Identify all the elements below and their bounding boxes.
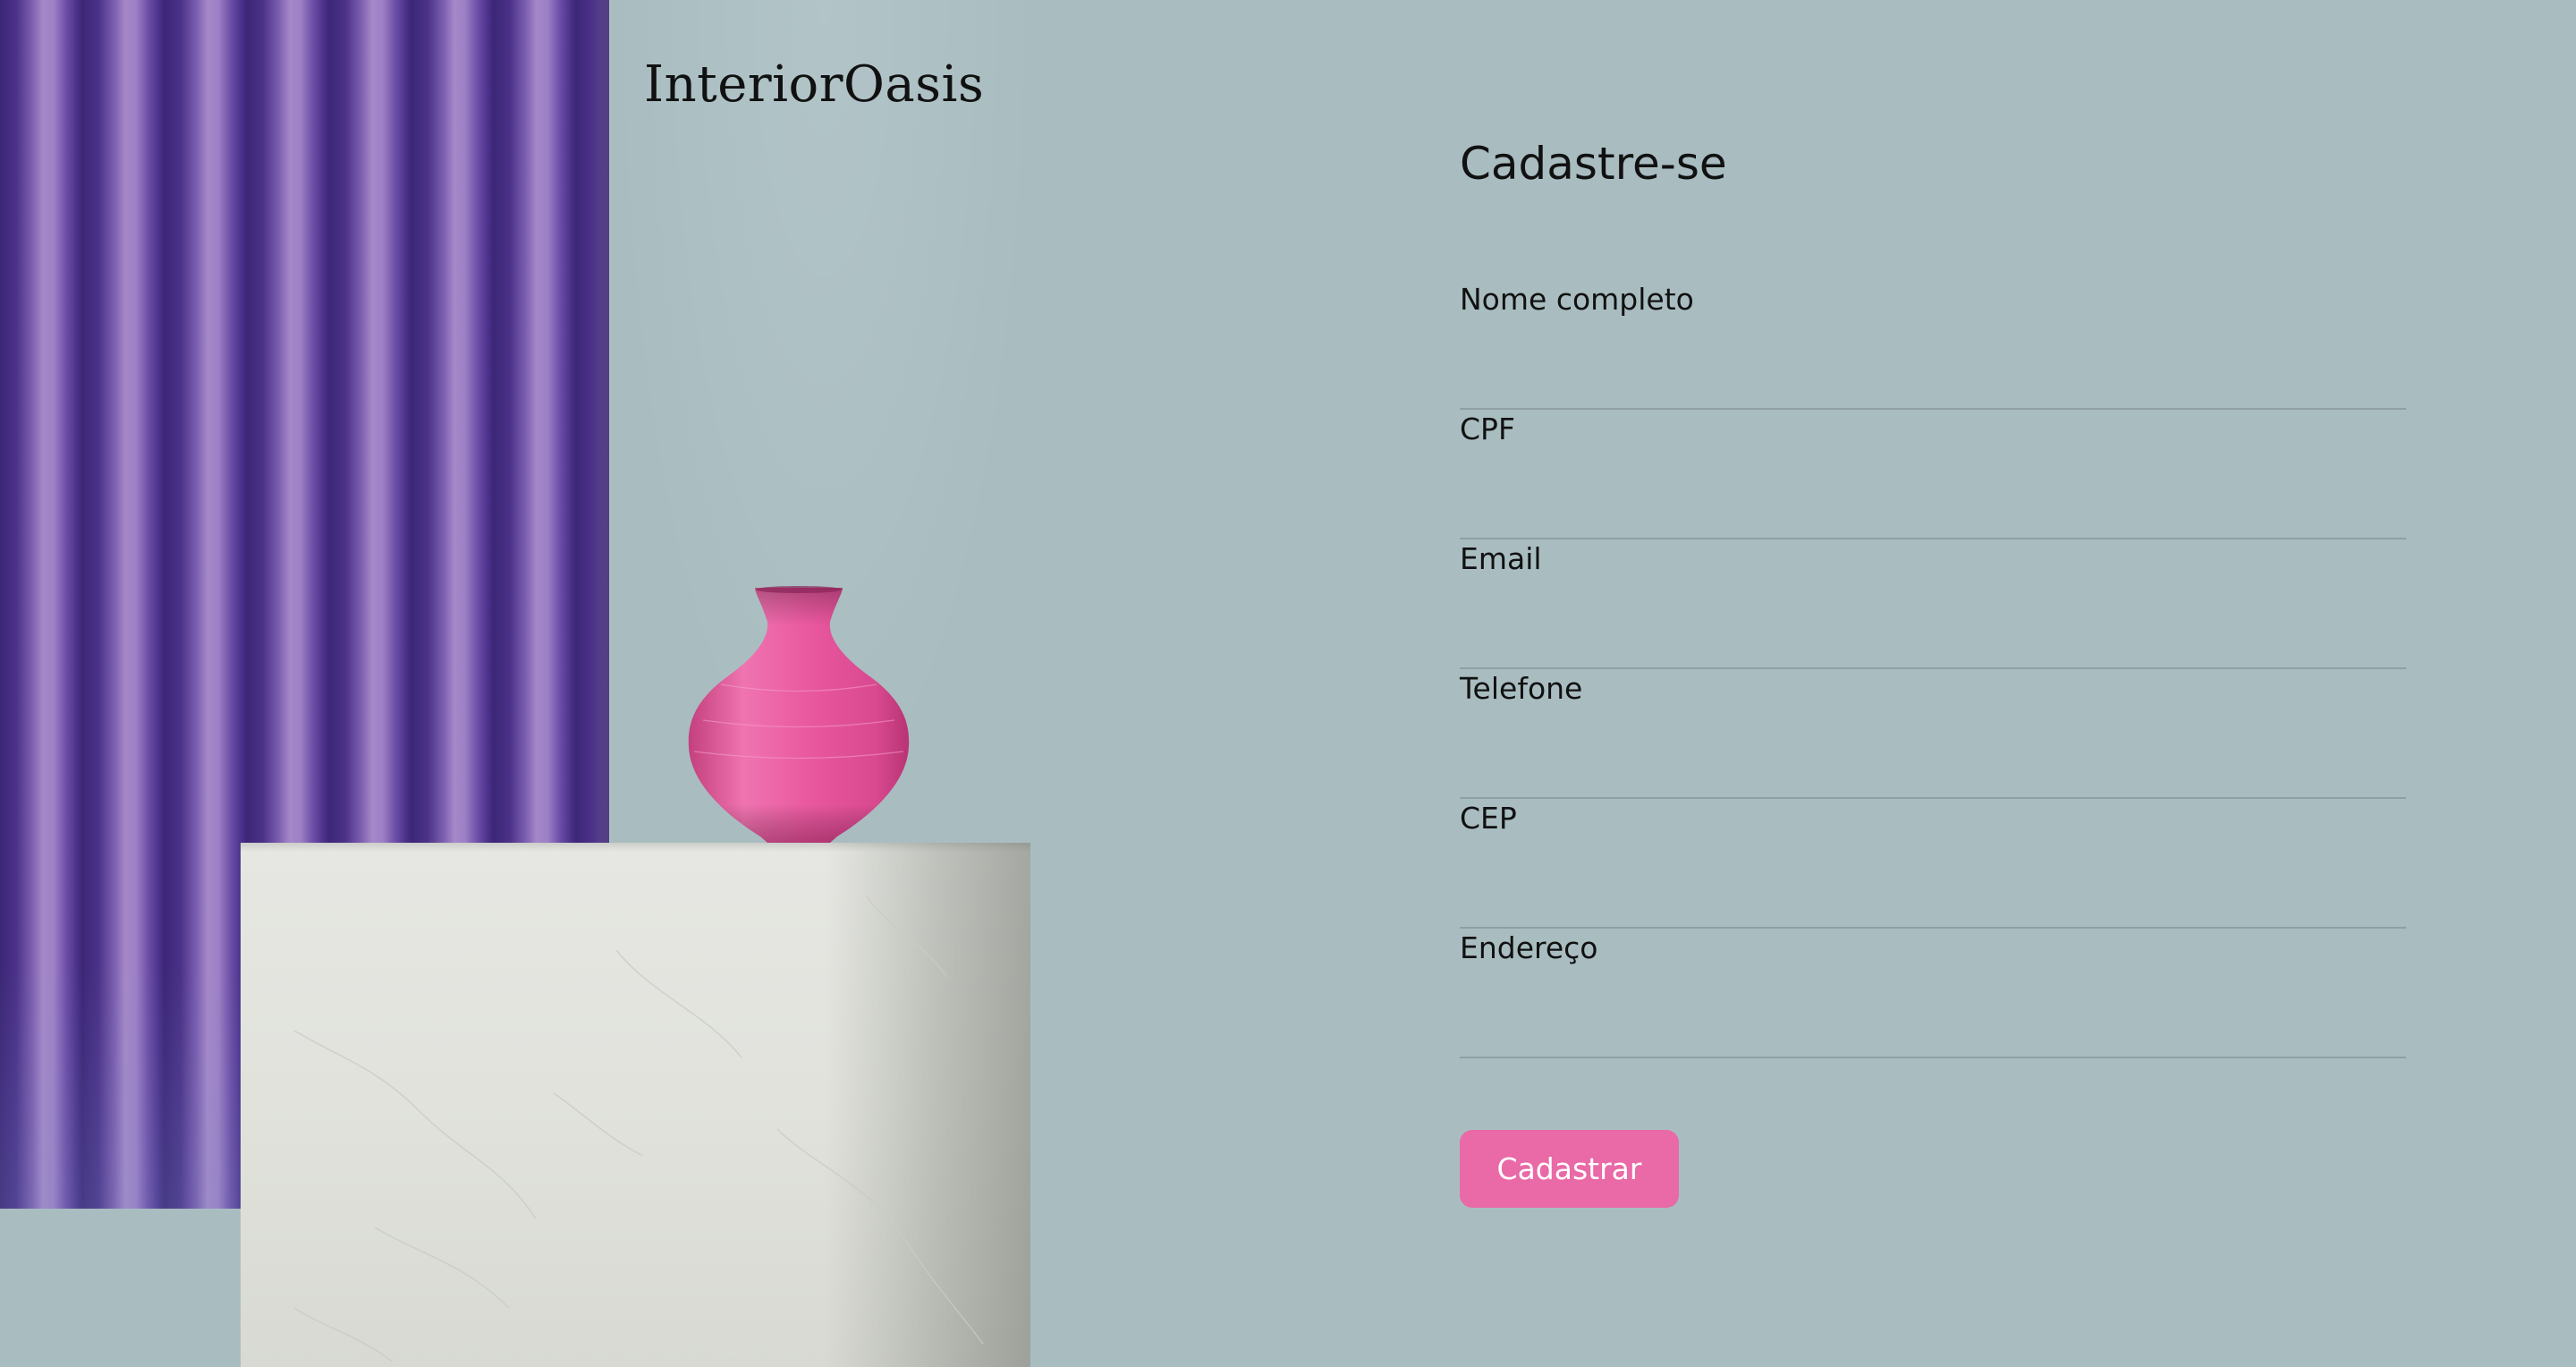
cep-label: CEP xyxy=(1460,801,1517,836)
pedestal-texture xyxy=(293,896,984,1363)
email-input[interactable] xyxy=(1460,619,2406,662)
pink-vase xyxy=(688,586,910,843)
form-title: Cadastre-se xyxy=(1460,138,1727,190)
phone-input[interactable] xyxy=(1460,749,2406,792)
full-name-input[interactable] xyxy=(1460,360,2406,403)
email-label: Email xyxy=(1460,541,1542,576)
phone-field: Telefone xyxy=(1460,671,2406,799)
cep-field: CEP xyxy=(1460,801,2406,929)
cep-input[interactable] xyxy=(1460,879,2406,921)
full-name-field: Nome completo xyxy=(1460,282,2406,410)
phone-label: Telefone xyxy=(1460,671,1583,706)
cpf-label: CPF xyxy=(1460,412,1515,446)
white-pedestal xyxy=(241,843,1030,1367)
cpf-input[interactable] xyxy=(1460,489,2406,532)
email-field: Email xyxy=(1460,541,2406,669)
full-name-label: Nome completo xyxy=(1460,282,1694,317)
address-label: Endereço xyxy=(1460,930,1598,965)
submit-button[interactable]: Cadastrar xyxy=(1460,1130,1679,1208)
form-fields: Nome completo CPF Email Telefone CEP End… xyxy=(1460,282,2406,1058)
brand-logo[interactable]: InteriorOasis xyxy=(644,55,984,114)
address-input[interactable] xyxy=(1460,1008,2406,1051)
cpf-field: CPF xyxy=(1460,412,2406,539)
hero-image xyxy=(0,0,1038,1367)
address-field: Endereço xyxy=(1460,930,2406,1058)
signup-form: Cadastre-se Nome completo CPF Email Tele… xyxy=(1460,134,2406,1208)
